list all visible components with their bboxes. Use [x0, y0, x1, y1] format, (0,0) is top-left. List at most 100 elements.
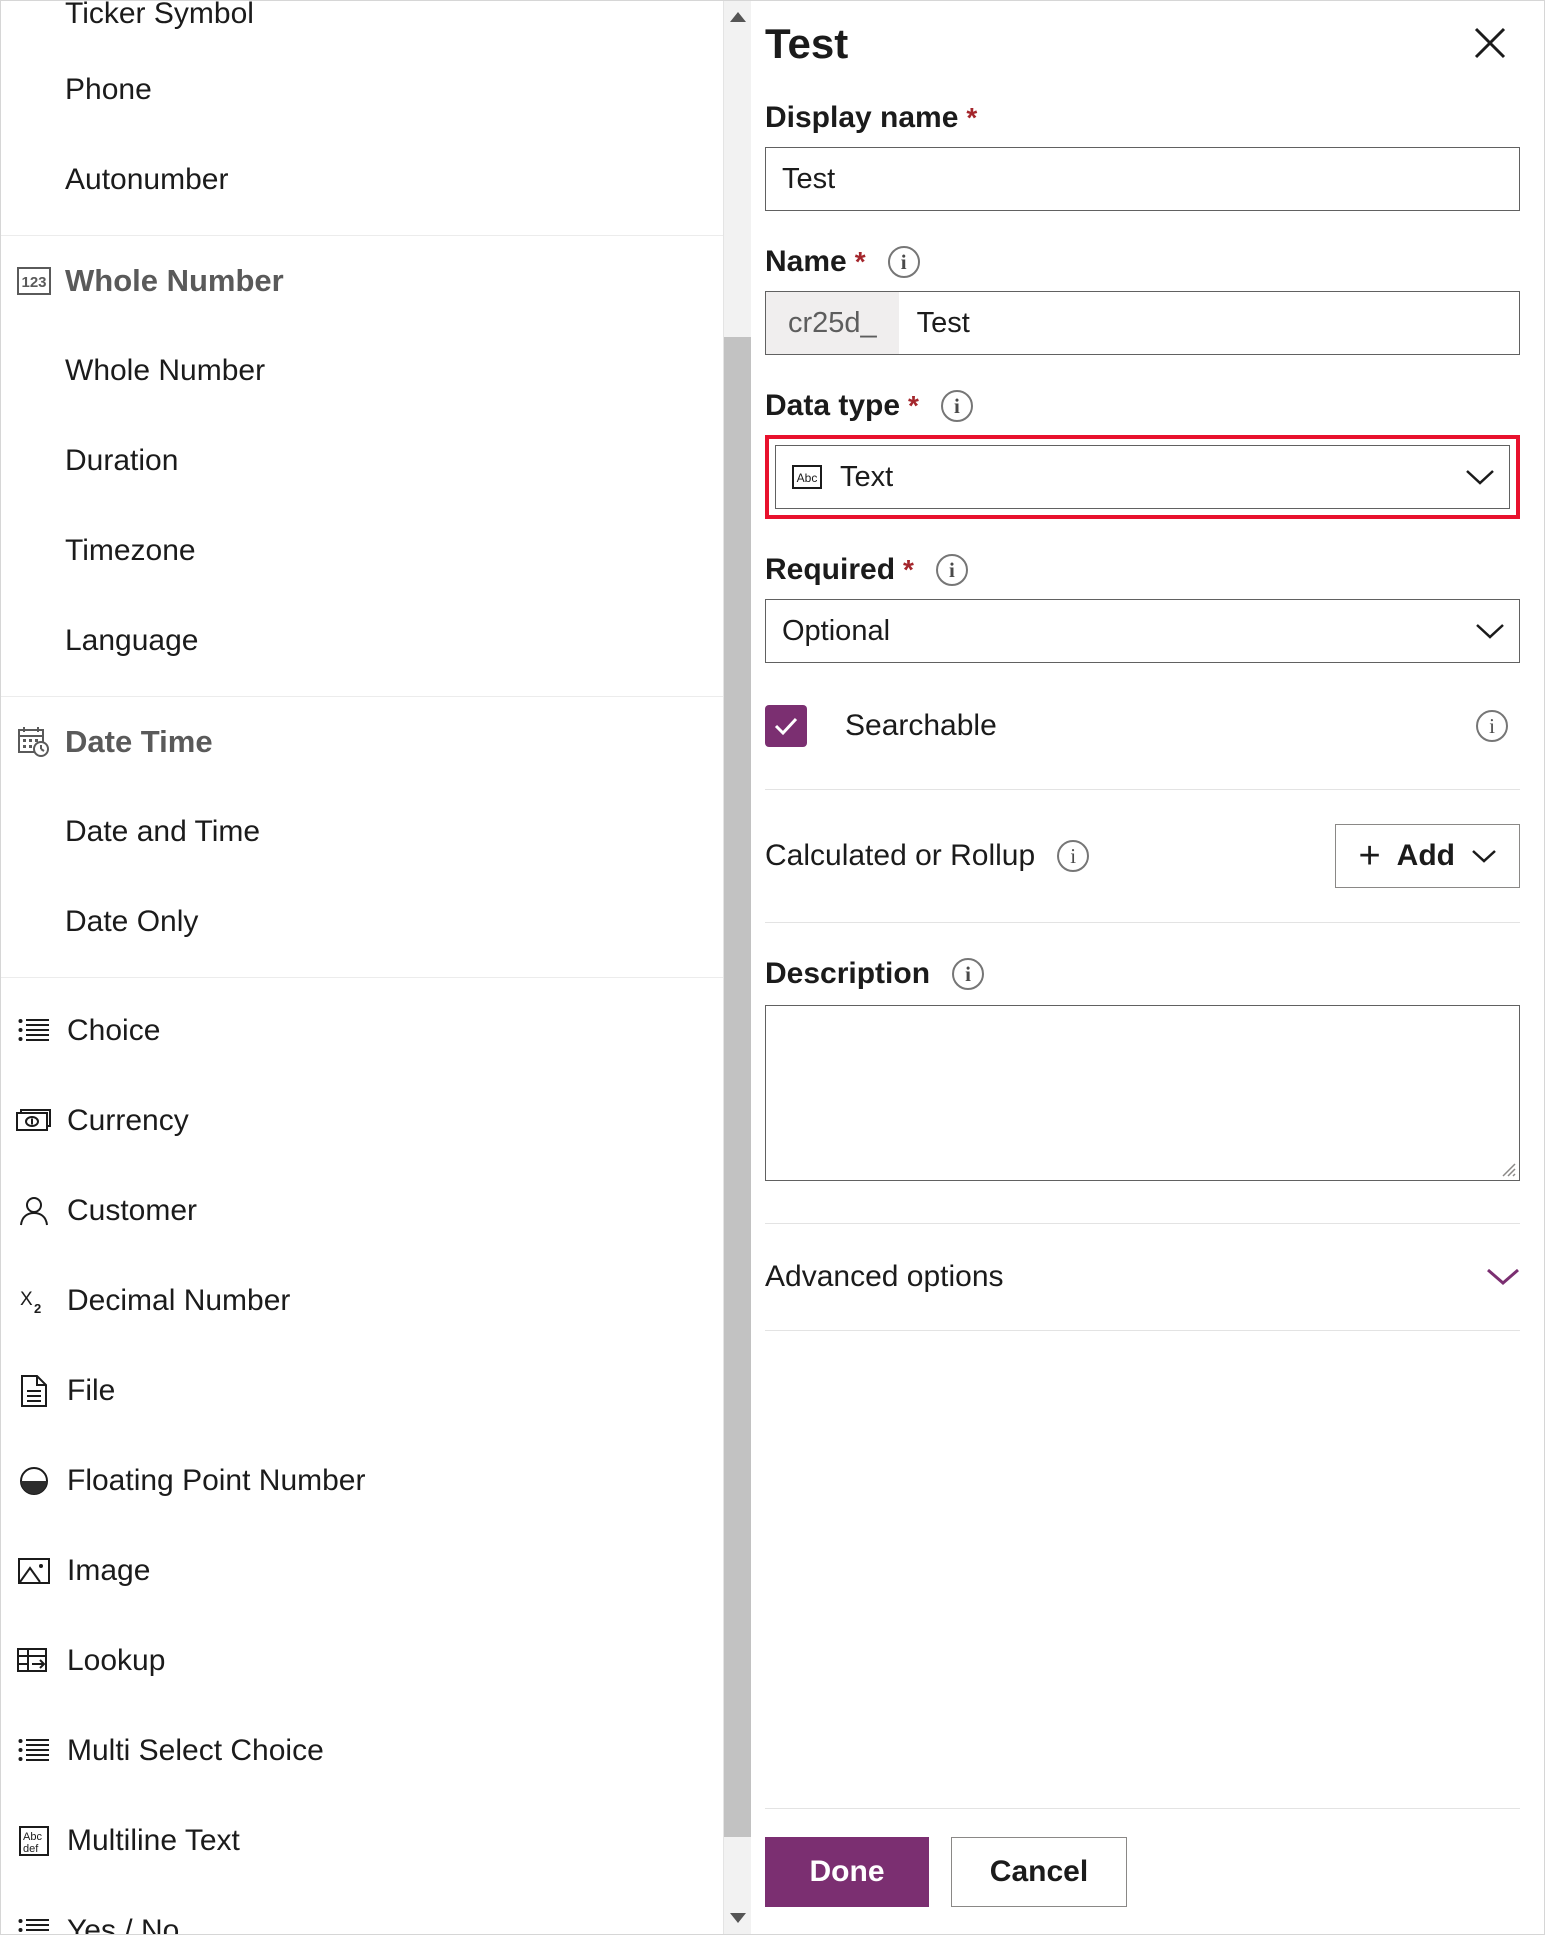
type-item-whole-number[interactable]: Whole Number: [1, 326, 723, 416]
scrollbar-thumb[interactable]: [724, 337, 752, 1837]
type-item-date-only[interactable]: Date Only: [1, 877, 723, 967]
list-icon: [11, 1918, 57, 1934]
type-item-language[interactable]: Language: [1, 596, 723, 686]
multiline-text-icon: Abc def: [11, 1826, 57, 1856]
type-item-timezone[interactable]: Timezone: [1, 506, 723, 596]
type-item-phone[interactable]: Phone: [1, 45, 723, 135]
type-group-whole-number: 123 Whole Number Whole Number Duration T…: [1, 236, 723, 697]
type-item-floating-point-number[interactable]: Floating Point Number: [1, 1436, 723, 1526]
searchable-checkbox[interactable]: [765, 705, 807, 747]
type-item-decimal-number[interactable]: X 2 Decimal Number: [1, 1256, 723, 1346]
type-group-header-whole-number[interactable]: 123 Whole Number: [1, 236, 723, 326]
svg-text:123: 123: [21, 274, 46, 291]
type-item-label: Ticker Symbol: [65, 1, 254, 30]
description-label-text: Description: [765, 957, 931, 990]
type-item-label: Date Only: [65, 905, 199, 938]
calculated-rollup-label-text: Calculated or Rollup: [765, 839, 1036, 872]
close-icon[interactable]: [1466, 19, 1514, 67]
chevron-down-icon: [1471, 848, 1497, 864]
type-item-label: Yes / No: [67, 1914, 180, 1934]
type-item-label: Language: [65, 624, 199, 657]
column-form-panel: Test Display name * Test Name * i cr25d_: [751, 1, 1544, 1934]
svg-text:X: X: [20, 1289, 33, 1310]
scroll-down-arrow[interactable]: [724, 1904, 752, 1932]
type-item-date-and-time[interactable]: Date and Time: [1, 787, 723, 877]
data-type-label-text: Data type: [765, 389, 901, 422]
chevron-down-icon: [1486, 1267, 1520, 1287]
currency-icon: [11, 1108, 57, 1134]
type-item-autonumber[interactable]: Autonumber: [1, 135, 723, 225]
svg-text:Abc: Abc: [23, 1831, 42, 1843]
type-item-image[interactable]: Image: [1, 1526, 723, 1616]
data-type-dropdown[interactable]: Abc Text: [775, 445, 1510, 509]
type-item-label: Multiline Text: [67, 1824, 240, 1857]
data-type-list-panel: Ticker Symbol Phone Autonumber 123 Whole…: [1, 1, 723, 1934]
required-dropdown[interactable]: Optional: [765, 599, 1520, 663]
info-icon[interactable]: i: [952, 958, 985, 990]
panel-footer: Done Cancel: [765, 1808, 1520, 1934]
column-properties-screen: Ticker Symbol Phone Autonumber 123 Whole…: [0, 0, 1545, 1935]
data-type-highlight-box: Abc Text: [765, 435, 1520, 519]
display-name-label-text: Display name: [765, 101, 959, 134]
panel-header: Test: [765, 1, 1520, 67]
type-item-duration[interactable]: Duration: [1, 416, 723, 506]
name-label: Name * i: [765, 245, 1520, 279]
data-type-label: Data type * i: [765, 389, 1520, 423]
searchable-label: Searchable: [845, 709, 997, 742]
name-value: Test: [916, 306, 970, 339]
date-time-icon: [11, 726, 57, 758]
type-group-header-date-time[interactable]: Date Time: [1, 697, 723, 787]
subscript-icon: X 2: [11, 1286, 57, 1316]
type-item-label: Lookup: [67, 1644, 166, 1677]
type-item-multi-select-choice[interactable]: Multi Select Choice: [1, 1706, 723, 1796]
info-icon[interactable]: i: [940, 390, 973, 422]
type-item-label: Floating Point Number: [67, 1464, 366, 1497]
type-item-ticker-symbol[interactable]: Ticker Symbol: [1, 1, 723, 45]
type-item-label: Whole Number: [65, 354, 266, 387]
display-name-value: Test: [782, 162, 836, 195]
description-textarea[interactable]: [765, 1005, 1520, 1181]
half-circle-icon: [11, 1466, 57, 1496]
required-value: Optional: [782, 614, 891, 647]
info-icon[interactable]: i: [887, 246, 920, 278]
lookup-icon: [11, 1647, 57, 1675]
required-label-text: Required: [765, 553, 896, 586]
type-item-customer[interactable]: Customer: [1, 1166, 723, 1256]
resize-grip-icon[interactable]: [1502, 1163, 1516, 1177]
type-item-yes-no[interactable]: Yes / No: [1, 1886, 723, 1934]
svg-text:Abc: Abc: [797, 471, 818, 485]
type-item-currency[interactable]: Currency: [1, 1076, 723, 1166]
done-button[interactable]: Done: [765, 1836, 929, 1907]
type-item-label: Date and Time: [65, 815, 261, 848]
display-name-input[interactable]: Test: [765, 147, 1520, 211]
chevron-down-icon: [1475, 622, 1505, 640]
required-asterisk: *: [908, 390, 919, 421]
type-group-label: Date Time: [65, 724, 213, 759]
image-icon: [11, 1557, 57, 1585]
type-item-file[interactable]: File: [1, 1346, 723, 1436]
type-item-label: Autonumber: [65, 163, 229, 196]
panel-scrollbar[interactable]: [723, 1, 752, 1934]
chevron-down-icon: [1465, 468, 1495, 486]
add-button-label: Add: [1396, 839, 1455, 872]
add-calculated-rollup-button[interactable]: + Add: [1335, 824, 1520, 888]
name-input[interactable]: Test: [899, 292, 1519, 354]
list-icon: [11, 1738, 57, 1764]
type-item-multiline-text[interactable]: Abc def Multiline Text: [1, 1796, 723, 1886]
info-icon[interactable]: i: [935, 554, 968, 586]
display-name-label: Display name *: [765, 101, 1520, 135]
description-label: Description i: [765, 957, 1520, 991]
calculated-rollup-row: Calculated or Rollup i + Add: [765, 790, 1520, 922]
info-icon[interactable]: i: [1476, 710, 1508, 742]
type-item-label: Image: [67, 1554, 151, 1587]
scroll-up-arrow[interactable]: [724, 3, 752, 31]
cancel-button[interactable]: Cancel: [951, 1836, 1127, 1907]
name-prefix: cr25d_: [766, 292, 899, 354]
type-group-date-time: Date Time Date and Time Date Only: [1, 697, 723, 978]
type-group-text: Ticker Symbol Phone Autonumber: [1, 1, 723, 236]
type-item-choice[interactable]: Choice: [1, 986, 723, 1076]
advanced-options-toggle[interactable]: Advanced options: [765, 1224, 1520, 1330]
required-asterisk: *: [854, 246, 866, 277]
info-icon[interactable]: i: [1057, 840, 1090, 872]
type-item-lookup[interactable]: Lookup: [1, 1616, 723, 1706]
